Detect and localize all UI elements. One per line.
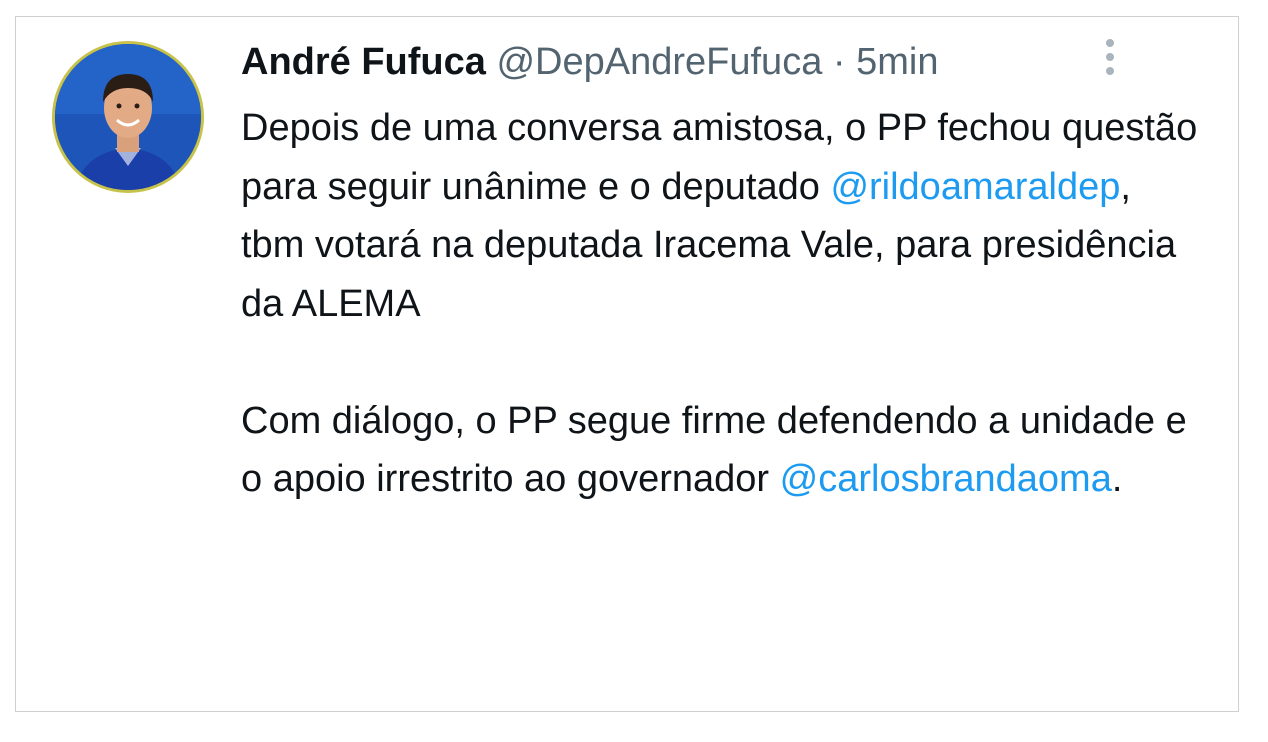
more-vertical-icon[interactable]	[1098, 39, 1122, 79]
more-dot	[1106, 53, 1114, 61]
mention-link-carlosbrandaoma[interactable]: @carlosbrandaoma	[780, 458, 1112, 500]
more-dot	[1106, 67, 1114, 75]
screenshot-frame: André Fufuca @DepAndreFufuca · 5min Depo…	[15, 16, 1239, 712]
avatar-photo	[55, 44, 201, 190]
avatar[interactable]	[52, 41, 204, 193]
tweet-paragraph-2: Com diálogo, o PP segue firme defendendo…	[241, 392, 1201, 509]
author-handle[interactable]: @DepAndreFufuca	[496, 41, 822, 83]
tweet-timestamp[interactable]: 5min	[856, 41, 938, 83]
tweet-header: André Fufuca @DepAndreFufuca · 5min	[241, 39, 938, 85]
header-separator: ·	[832, 41, 846, 83]
author-name[interactable]: André Fufuca	[241, 41, 486, 83]
tweet-paragraph-1: Depois de uma conversa amistosa, o PP fe…	[241, 99, 1201, 333]
tweet-text: Depois de uma conversa amistosa, o PP fe…	[241, 99, 1201, 509]
tweet-card[interactable]: André Fufuca @DepAndreFufuca · 5min Depo…	[16, 17, 1240, 713]
text-segment: .	[1111, 458, 1123, 500]
more-dot	[1106, 39, 1114, 47]
mention-link-rildoamaraldep[interactable]: @rildoamaraldep	[830, 166, 1120, 208]
